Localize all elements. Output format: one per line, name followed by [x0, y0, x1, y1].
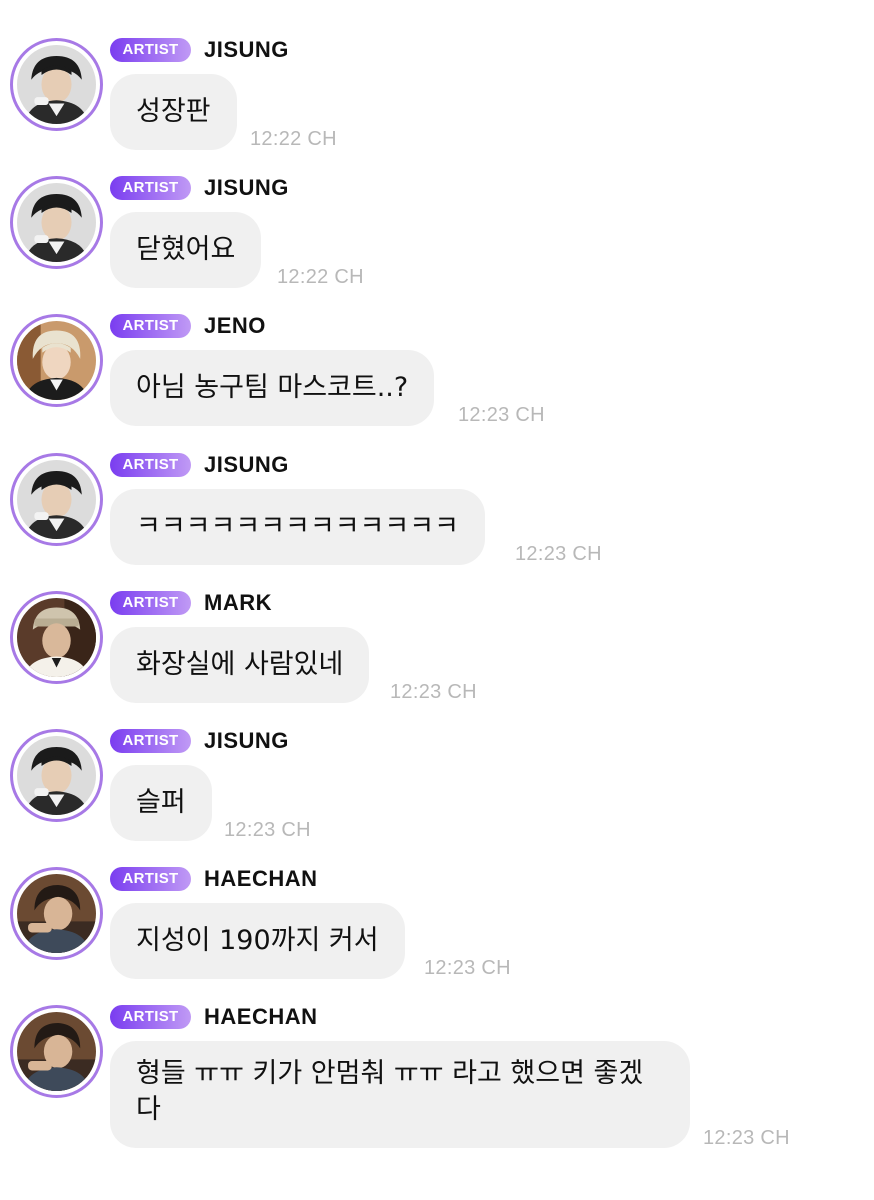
message-bubble[interactable]: 지성이 190까지 커서	[110, 903, 405, 979]
sender-name: JISUNG	[204, 37, 289, 62]
artist-badge: ARTIST	[110, 1005, 191, 1029]
avatar-photo-icon	[17, 183, 96, 262]
message-bubble[interactable]: 화장실에 사람있네	[110, 627, 370, 703]
sender-name: HAECHAN	[204, 866, 318, 891]
message-timestamp: 12:23 CH	[424, 957, 511, 979]
avatar-jisung[interactable]	[10, 729, 103, 822]
sender-name: JISUNG	[204, 175, 289, 200]
artist-badge: ARTIST	[110, 591, 191, 615]
sender-name: JISUNG	[204, 728, 289, 753]
message-bubble[interactable]: 형들 ㅠㅠ 키가 안멈춰 ㅠㅠ 라고 했으면 좋겠다	[110, 1041, 690, 1148]
message-timestamp: 12:23 CH	[224, 819, 311, 841]
avatar-photo-icon	[17, 460, 96, 539]
message-bubble[interactable]: 아님 농구팀 마스코트..?	[110, 350, 435, 426]
message-timestamp: 12:23 CH	[515, 543, 602, 565]
avatar-haechan[interactable]	[10, 1005, 103, 1098]
artist-badge: ARTIST	[110, 314, 191, 338]
sender-name: MARK	[204, 590, 272, 615]
message-bubble[interactable]: 성장판	[110, 74, 237, 150]
sender-name: JISUNG	[204, 452, 289, 477]
avatar-photo-icon	[17, 874, 96, 953]
message-timestamp: 12:23 CH	[458, 404, 545, 426]
artist-badge: ARTIST	[110, 729, 191, 753]
message-timestamp: 12:23 CH	[703, 1127, 790, 1149]
avatar-photo-icon	[17, 736, 96, 815]
message-timestamp: 12:23 CH	[390, 681, 477, 703]
message-timestamp: 12:22 CH	[250, 128, 337, 150]
artist-badge: ARTIST	[110, 453, 191, 477]
avatar-photo-icon	[17, 321, 96, 400]
avatar-jeno[interactable]	[10, 314, 103, 407]
avatar-photo-icon	[17, 1012, 96, 1091]
avatar-photo-icon	[17, 598, 96, 677]
avatar-photo-icon	[17, 45, 96, 124]
message-bubble[interactable]: 닫혔어요	[110, 212, 262, 288]
avatar-haechan[interactable]	[10, 867, 103, 960]
message-timestamp: 12:22 CH	[277, 266, 364, 288]
avatar-jisung[interactable]	[10, 176, 103, 269]
message-bubble[interactable]: 슬퍼	[110, 765, 212, 841]
avatar-jisung[interactable]	[10, 453, 103, 546]
artist-badge: ARTIST	[110, 38, 191, 62]
message-bubble[interactable]: ㅋㅋㅋㅋㅋㅋㅋㅋㅋㅋㅋㅋㅋ	[110, 489, 485, 565]
sender-name: HAECHAN	[204, 1004, 318, 1029]
avatar-jisung[interactable]	[10, 38, 103, 131]
sender-name: JENO	[204, 313, 266, 338]
artist-badge: ARTIST	[110, 867, 191, 891]
avatar-mark[interactable]	[10, 591, 103, 684]
artist-badge: ARTIST	[110, 176, 191, 200]
